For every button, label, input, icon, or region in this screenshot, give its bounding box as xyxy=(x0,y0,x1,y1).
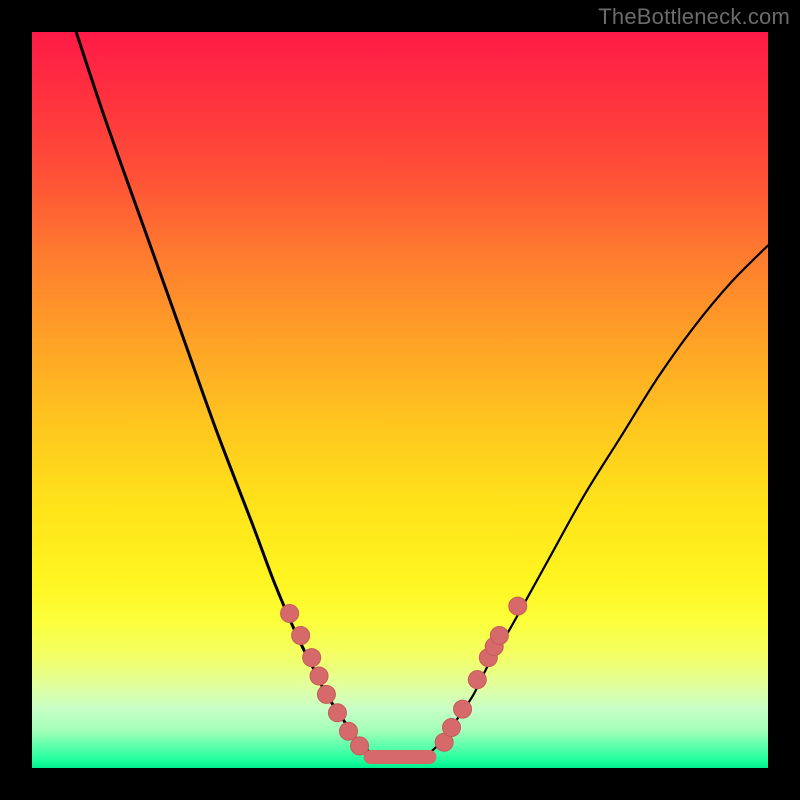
data-marker xyxy=(328,704,346,722)
data-marker xyxy=(490,627,508,645)
data-marker xyxy=(317,685,335,703)
watermark-text: TheBottleneck.com xyxy=(598,4,790,30)
data-marker xyxy=(339,722,357,740)
data-marker xyxy=(468,671,486,689)
data-marker xyxy=(310,667,328,685)
data-marker xyxy=(292,627,310,645)
chart-frame: TheBottleneck.com xyxy=(0,0,800,800)
data-marker xyxy=(281,604,299,622)
data-marker xyxy=(443,719,461,737)
data-marker xyxy=(509,597,527,615)
left-curve xyxy=(76,32,370,753)
plot-area xyxy=(32,32,768,768)
data-marker xyxy=(454,700,472,718)
bottleneck-curve xyxy=(32,32,768,768)
data-marker xyxy=(351,737,369,755)
data-marker xyxy=(303,649,321,667)
